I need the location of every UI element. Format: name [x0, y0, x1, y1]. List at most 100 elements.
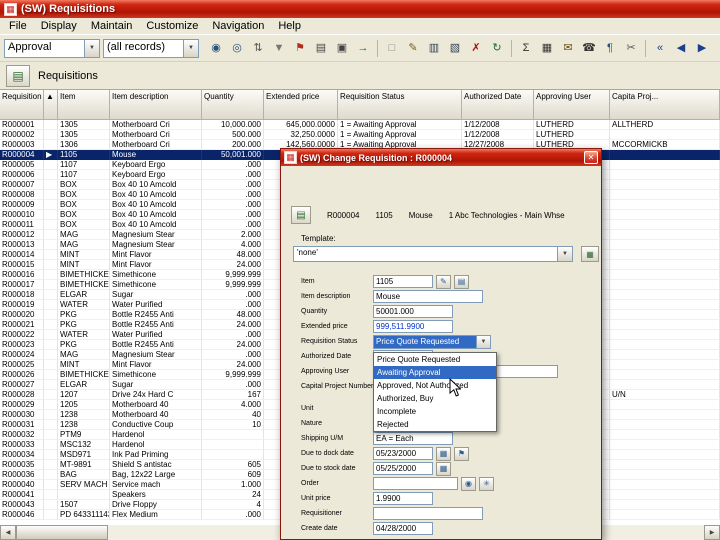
- column-header-9[interactable]: Capita Proj...: [610, 90, 720, 120]
- attachments-icon[interactable]: ✂: [621, 39, 641, 58]
- print-preview-icon[interactable]: ▣: [332, 39, 352, 58]
- next-record-icon[interactable]: ▶: [692, 39, 712, 58]
- field-input[interactable]: EA = Each: [373, 432, 453, 445]
- dropdown-option[interactable]: Price Quote Requested: [374, 353, 496, 366]
- field-input[interactable]: 04/28/2000: [373, 522, 433, 535]
- column-header-0[interactable]: Requisition: [0, 90, 44, 120]
- cell: [610, 170, 720, 180]
- mail-icon[interactable]: ✉: [558, 39, 578, 58]
- cell: 609: [202, 470, 264, 480]
- column-header-5[interactable]: Extended price: [264, 90, 338, 120]
- field-label: Extended price: [301, 323, 348, 330]
- scrollbar-thumb[interactable]: [16, 525, 108, 540]
- column-header-1[interactable]: ▲: [44, 90, 58, 120]
- paste-icon[interactable]: ▧: [445, 39, 465, 58]
- menu-item-navigation[interactable]: Navigation: [205, 19, 271, 33]
- find-icon[interactable]: ◉: [206, 39, 226, 58]
- cell: BIMETHICKE: [58, 370, 110, 380]
- new-record-icon[interactable]: □: [382, 39, 402, 58]
- record-form-icon[interactable]: ▤: [291, 206, 311, 224]
- field-label: Authorized Date: [301, 353, 352, 360]
- column-header-6[interactable]: Requisition Status: [338, 90, 462, 120]
- field-label: Approving User: [301, 368, 350, 375]
- table-row[interactable]: R000002 1305 Motherboard Cri 500.000 32,250.…: [0, 130, 720, 140]
- column-header-2[interactable]: Item: [58, 90, 110, 120]
- menu-item-customize[interactable]: Customize: [139, 19, 205, 33]
- template-combo[interactable]: 'none' ▼: [293, 246, 573, 262]
- first-record-icon[interactable]: «: [650, 39, 670, 58]
- approval-combo[interactable]: Approval ▼: [4, 38, 100, 58]
- field-label: Create date: [301, 525, 338, 532]
- field-input[interactable]: 50001.000: [373, 305, 453, 318]
- find-next-icon[interactable]: ◎: [227, 39, 247, 58]
- dropdown-option[interactable]: Incomplete: [374, 405, 496, 418]
- menu-item-help[interactable]: Help: [271, 19, 308, 33]
- column-header-3[interactable]: Item description: [110, 90, 202, 120]
- field-input[interactable]: 05/25/2000: [373, 462, 433, 475]
- field-row-11: Due to dock date 05/23/2000 ▦ ⚑: [281, 446, 601, 461]
- field-row-2: Quantity 50001.000: [281, 304, 601, 319]
- close-icon[interactable]: ✕: [584, 151, 598, 164]
- field-input[interactable]: Mouse: [373, 290, 483, 303]
- cell: 1.000: [202, 480, 264, 490]
- calculator-icon[interactable]: ▦: [537, 39, 557, 58]
- copy-icon[interactable]: ▥: [424, 39, 444, 58]
- dock-date-flag-icon[interactable]: ⚑: [454, 446, 469, 461]
- app-icon[interactable]: ▦: [4, 2, 17, 16]
- edit-record-icon[interactable]: ✎: [403, 39, 423, 58]
- cell: .000: [202, 200, 264, 210]
- requisition-status-combo[interactable]: Price Quote Requested ▼: [373, 334, 491, 349]
- column-header-4[interactable]: Quantity: [202, 90, 264, 120]
- requisitions-form-icon[interactable]: ▤: [6, 64, 30, 87]
- order-options-icon[interactable]: ✳: [479, 476, 494, 491]
- print-icon[interactable]: ▤: [311, 39, 331, 58]
- scroll-right-icon[interactable]: ▶: [704, 525, 720, 540]
- sort-icon[interactable]: ⇅: [248, 39, 268, 58]
- cell: 50,001.000: [202, 150, 264, 160]
- field-input[interactable]: 1.9900: [373, 492, 433, 505]
- sum-icon[interactable]: Σ: [516, 39, 536, 58]
- last-record-icon[interactable]: »: [713, 39, 720, 58]
- cell: MT-9891: [58, 460, 110, 470]
- phone-icon[interactable]: ☎: [579, 39, 599, 58]
- field-input[interactable]: [373, 477, 458, 490]
- stock-date-calendar-icon[interactable]: ▦: [436, 461, 451, 476]
- scroll-left-icon[interactable]: ◀: [0, 525, 16, 540]
- item-edit-icon[interactable]: ✎: [436, 274, 451, 289]
- requisition-status-dropdown-icon[interactable]: ▼: [476, 335, 490, 348]
- column-header-7[interactable]: Authorized Date: [462, 90, 534, 120]
- column-header-8[interactable]: Approving User: [534, 90, 610, 120]
- dropdown-option[interactable]: Awaiting Approval: [374, 366, 496, 379]
- template-lookup-icon[interactable]: ▦: [581, 246, 599, 262]
- item-note-icon[interactable]: ▤: [454, 274, 469, 289]
- dropdown-option[interactable]: Rejected: [374, 418, 496, 431]
- dropdown-option[interactable]: Approved, Not Authorized: [374, 379, 496, 392]
- field-input[interactable]: [373, 507, 483, 520]
- notes-icon[interactable]: ¶: [600, 39, 620, 58]
- template-combo-dropdown-icon[interactable]: ▼: [557, 247, 572, 261]
- records-filter-combo[interactable]: (all records) ▼: [103, 38, 199, 58]
- cell: Box 40 10 Amcold: [110, 180, 202, 190]
- menu-item-file[interactable]: File: [2, 19, 34, 33]
- field-input[interactable]: 05/23/2000: [373, 447, 433, 460]
- table-row[interactable]: R000001 1305 Motherboard Cri 10,000.000 645,…: [0, 120, 720, 130]
- field-input[interactable]: 1105: [373, 275, 433, 288]
- cell: [44, 120, 58, 130]
- approval-combo-dropdown-icon[interactable]: ▼: [84, 39, 99, 57]
- cell: 1105: [58, 150, 110, 160]
- refresh-icon[interactable]: ↻: [487, 39, 507, 58]
- menu-item-display[interactable]: Display: [34, 19, 84, 33]
- cell: R000029: [0, 400, 44, 410]
- window-title: (SW) Requisitions: [21, 3, 116, 15]
- prev-record-icon[interactable]: ◀: [671, 39, 691, 58]
- field-input[interactable]: 999,511.9900: [373, 320, 453, 333]
- filter-icon[interactable]: ▼: [269, 39, 289, 58]
- records-filter-dropdown-icon[interactable]: ▼: [183, 39, 198, 57]
- dock-date-calendar-icon[interactable]: ▦: [436, 446, 451, 461]
- delete-record-icon[interactable]: ✗: [466, 39, 486, 58]
- order-search-icon[interactable]: ◉: [461, 476, 476, 491]
- dropdown-option[interactable]: Authorized, Buy: [374, 392, 496, 405]
- export-icon[interactable]: →: [353, 39, 373, 58]
- menu-item-maintain[interactable]: Maintain: [84, 19, 140, 33]
- flag-icon[interactable]: ⚑: [290, 39, 310, 58]
